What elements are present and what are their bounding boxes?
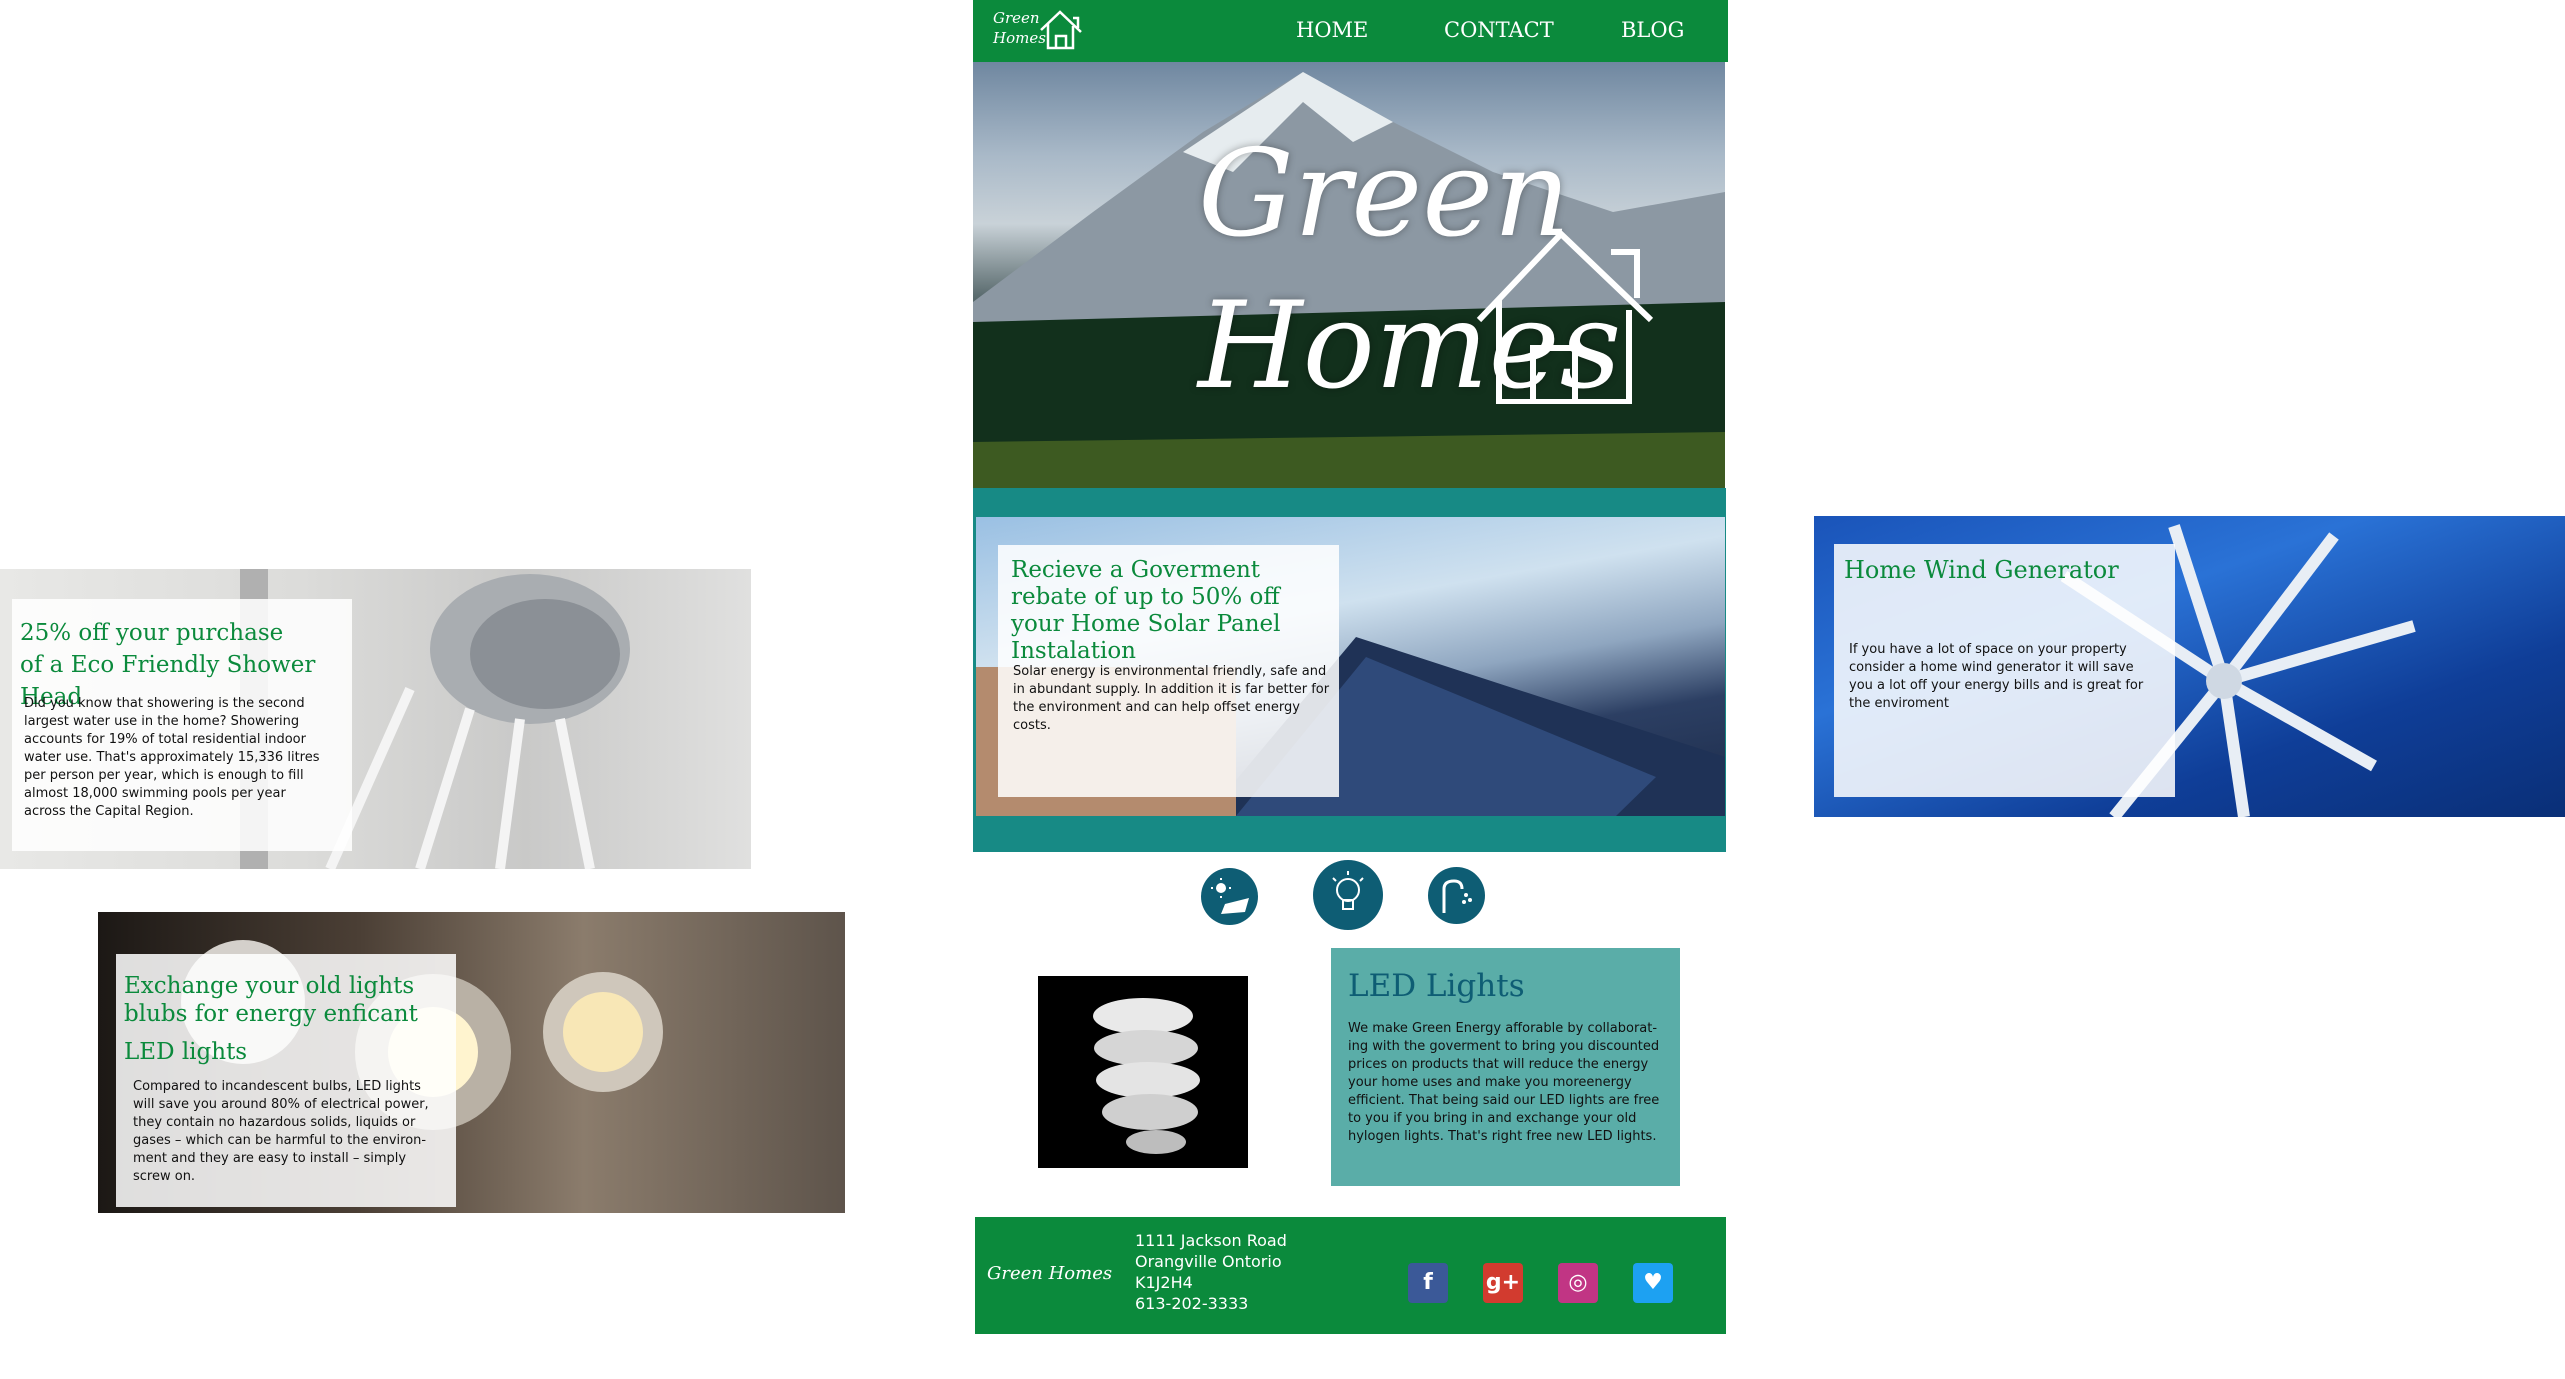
- wind-card-body: If you have a lot of space on your prope…: [1849, 642, 2144, 711]
- footer-phone: 613-202-3333: [1135, 1294, 1249, 1313]
- solar-card-title: Recieve a Goverment rebate of up to 50% …: [1011, 557, 1281, 664]
- google-plus-icon[interactable]: g+: [1483, 1263, 1523, 1303]
- footer-address-line3: K1J2H4: [1135, 1273, 1193, 1292]
- led-card: Exchange your old lights blubs for energ…: [116, 954, 456, 1207]
- hero-banner: Green Homes: [973, 62, 1725, 488]
- shower-banner: 25% off your purchase of a Eco Friendly …: [0, 569, 751, 869]
- nav-blog[interactable]: BLOG: [1621, 18, 1684, 42]
- instagram-icon[interactable]: ◎: [1558, 1263, 1598, 1303]
- header-bar: Green Homes HOME CONTACT BLOG: [973, 0, 1728, 62]
- led-card-title-line1: Exchange your old lights: [124, 973, 415, 999]
- hero-house-icon: [1476, 229, 1654, 404]
- led-card-title: Exchange your old lights blubs for energ…: [124, 972, 418, 1066]
- led-card-body: Compared to incandescent bulbs, LED ligh…: [133, 1079, 429, 1184]
- cfl-bulb-graphic: [1093, 998, 1200, 1154]
- shower-head-icon[interactable]: [1428, 867, 1485, 924]
- facebook-icon[interactable]: f: [1408, 1263, 1448, 1303]
- light-bulb-glyph: [1332, 871, 1364, 910]
- shower-card-title-line1: 25% off your purchase: [20, 620, 284, 646]
- shower-card: 25% off your purchase of a Eco Friendly …: [12, 599, 352, 851]
- solar-banner: Recieve a Goverment rebate of up to 50% …: [976, 517, 1725, 816]
- wind-card: Home Wind Generator If you have a lot of…: [1834, 544, 2175, 797]
- nav-contact[interactable]: CONTACT: [1444, 18, 1554, 42]
- solar-card-body: Solar energy is environmental friendly, …: [1013, 664, 1330, 733]
- nav-home[interactable]: HOME: [1296, 18, 1368, 42]
- solar-panel-glyph: [1211, 878, 1249, 914]
- twitter-icon[interactable]: ♥: [1633, 1263, 1673, 1303]
- led-banner: Exchange your old lights blubs for energ…: [98, 912, 845, 1213]
- light-bulb-icon[interactable]: [1313, 860, 1383, 930]
- solar-panel-icon[interactable]: [1201, 868, 1258, 925]
- footer: Green Homes 1111 Jackson Road Orangville…: [975, 1217, 1726, 1334]
- footer-address-line1: 1111 Jackson Road: [1135, 1231, 1287, 1250]
- footer-address-line2: Orangville Ontorio: [1135, 1252, 1282, 1271]
- led-info-box: LED Lights We make Green Energy afforabl…: [1331, 948, 1680, 1186]
- led-info-body: We make Green Energy afforable by collab…: [1348, 1021, 1660, 1144]
- wind-card-title: Home Wind Generator: [1844, 556, 2119, 584]
- footer-address: 1111 Jackson Road Orangville Ontorio K1J…: [1135, 1230, 1287, 1314]
- led-card-title-line2: blubs for energy enficant: [124, 1001, 418, 1027]
- shower-head-glyph: [1442, 879, 1472, 913]
- house-logo-icon: [1040, 10, 1082, 50]
- solar-card: Recieve a Goverment rebate of up to 50% …: [998, 545, 1339, 797]
- wind-banner: Home Wind Generator If you have a lot of…: [1814, 516, 2565, 817]
- cfl-bulb-image: [1038, 976, 1248, 1168]
- led-card-title-line3: LED lights: [124, 1039, 248, 1065]
- led-info-title: LED Lights: [1348, 968, 1525, 1004]
- shower-card-body: Did you know that showering is the secon…: [24, 696, 320, 819]
- footer-logo[interactable]: Green Homes: [987, 1263, 1112, 1284]
